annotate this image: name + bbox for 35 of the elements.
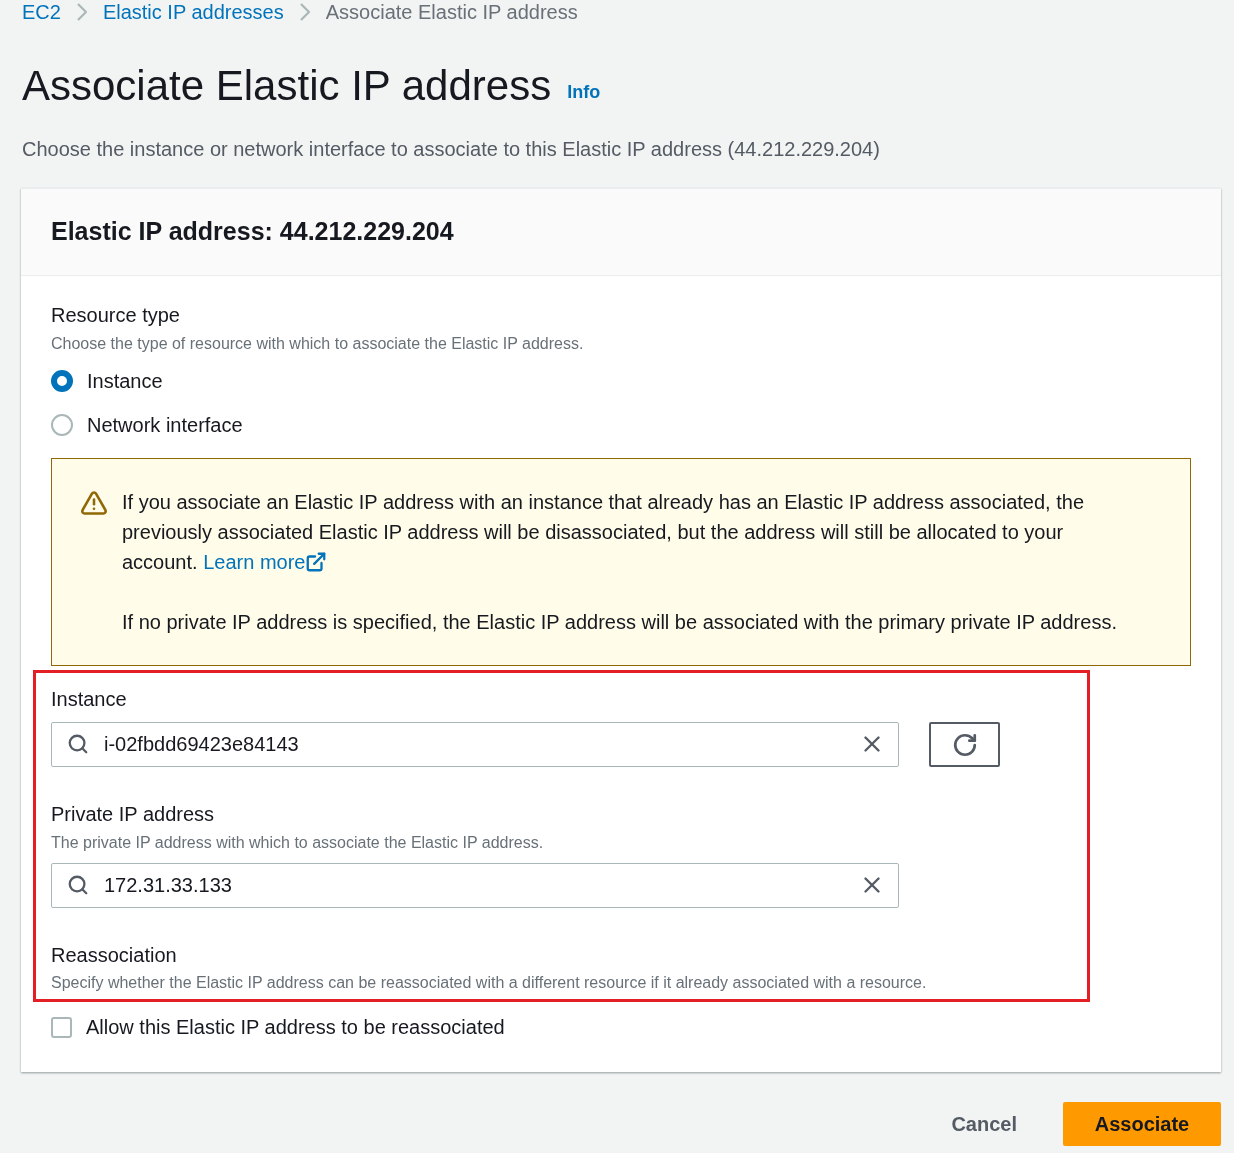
field-label: Resource type [51,303,181,328]
refresh-button[interactable] [929,722,1000,767]
radio-button[interactable] [51,370,73,392]
search-icon [67,733,89,755]
panel-title: Elastic IP address: 44.212.229.204 [51,216,454,248]
field-label: Reassociation [51,943,178,968]
breadcrumb-link[interactable]: Elastic IP addresses [102,0,284,27]
cancel-button[interactable]: Cancel [921,1102,1047,1146]
field-description: The private IP address with which to associate the Elastic IP address. [51,833,545,853]
search-icon [67,874,89,896]
radio-button[interactable] [51,414,73,436]
chevron-right-icon [76,3,87,21]
breadcrumb-current: Associate Elastic IP address [325,0,578,25]
associate-button[interactable]: Associate [1063,1102,1221,1146]
field-label: Instance [51,687,128,712]
warning-text: If you associate an Elastic IP address with an instance that already has an Elastic IP address associated, the previously associated Elastic IP address will be disassociated, but the address will still be allocated to your account. Learn more [122,487,1132,577]
checkbox-label[interactable]: Allow this Elastic IP address to be reassociated [86,1012,505,1042]
chevron-right-icon [299,3,310,21]
page-description: Choose the instance or network interface to associate to this Elastic IP address (44.212.229.204) [21,137,881,162]
warning-icon [80,489,108,517]
warning-note: If no private IP address is specified, the Elastic IP address will be associated with the primary private IP address. [122,610,1118,635]
external-link-icon [305,551,328,573]
search-field[interactable]: 172.31.33.133 [51,863,899,908]
radio-label[interactable]: Network interface [87,410,243,440]
breadcrumb-link[interactable]: EC2 [22,0,61,27]
learn-more-link[interactable]: Learn more [203,547,328,577]
field-description: Choose the type of resource with which to associate the Elastic IP address. [51,334,585,354]
field-description: Specify whether the Elastic IP address can be reassociated with a different resource if it already associated with a resource. [51,973,928,993]
info-link[interactable]: Info [567,79,601,106]
checkbox[interactable] [51,1016,72,1038]
search-field[interactable]: i-02fbdd69423e84143 [51,722,899,767]
refresh-icon [951,731,978,758]
radio-label[interactable]: Instance [87,366,163,396]
page-title: Associate Elastic IP address [22,62,552,110]
field-label: Private IP address [51,802,216,827]
